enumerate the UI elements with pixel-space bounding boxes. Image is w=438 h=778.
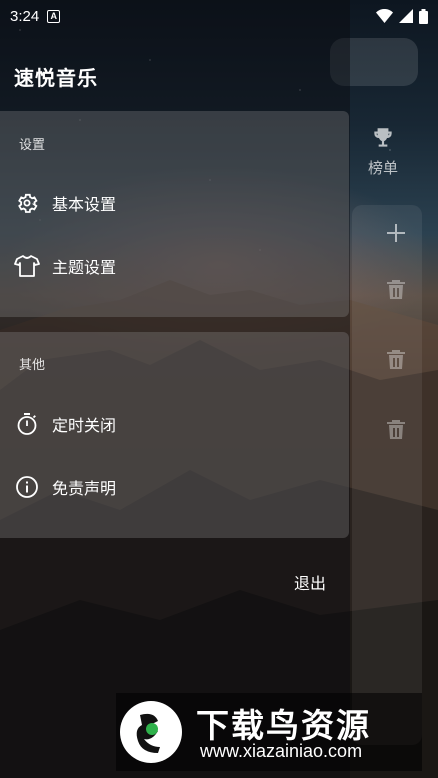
trash-icon[interactable] xyxy=(385,278,407,300)
other-section-title: 其他 xyxy=(19,358,46,373)
tab-ranking[interactable]: 榜单 xyxy=(360,125,406,178)
status-indicators xyxy=(376,8,428,24)
timer-icon xyxy=(14,411,40,437)
status-time: 3:24 xyxy=(10,7,40,25)
trash-icon[interactable] xyxy=(385,348,407,370)
bird-logo-icon xyxy=(136,713,160,753)
logout-button[interactable]: 退出 xyxy=(294,570,326,594)
settings-section-title: 设置 xyxy=(19,138,46,153)
menu-item-theme-settings[interactable]: 主题设置 xyxy=(14,246,334,286)
status-bar: 3:24 A xyxy=(0,0,438,32)
gear-icon xyxy=(14,190,40,216)
shirt-icon xyxy=(14,253,40,279)
watermark: 下载鸟资源 www.xiazainiao.com xyxy=(116,693,422,771)
settings-card: 设置 基本设置 主题设置 xyxy=(0,111,349,317)
menu-item-sleep-timer[interactable]: 定时关闭 xyxy=(14,404,334,444)
navigation-drawer: 速悦音乐 设置 基本设置 主题设置 其他 定时关闭 免责声明 退出 xyxy=(0,0,350,778)
tab-ranking-label: 榜单 xyxy=(367,159,398,177)
watermark-logo xyxy=(120,701,182,763)
trophy-icon xyxy=(374,128,392,147)
watermark-url: www.xiazainiao.com xyxy=(200,741,363,761)
app-title: 速悦音乐 xyxy=(14,66,98,90)
battery-icon xyxy=(419,8,428,24)
signal-icon xyxy=(399,9,413,23)
info-icon xyxy=(14,474,40,500)
wifi-icon xyxy=(376,9,393,23)
trash-icon[interactable] xyxy=(385,418,407,440)
add-icon[interactable] xyxy=(385,222,407,244)
menu-item-basic-settings[interactable]: 基本设置 xyxy=(14,183,334,223)
notification-icon: A xyxy=(47,9,61,23)
menu-item-label: 基本设置 xyxy=(52,195,117,214)
menu-item-label: 定时关闭 xyxy=(52,416,117,435)
menu-item-disclaimer[interactable]: 免责声明 xyxy=(14,467,334,507)
menu-item-label: 主题设置 xyxy=(52,258,117,277)
watermark-title: 下载鸟资源 xyxy=(196,706,371,745)
other-card: 其他 定时关闭 免责声明 xyxy=(0,332,349,538)
menu-item-label: 免责声明 xyxy=(52,479,117,498)
app-screen: 3:24 A 榜单 速悦音乐 设置 基本设置 主题设置 其他 定时关闭 免责声明… xyxy=(0,0,438,778)
